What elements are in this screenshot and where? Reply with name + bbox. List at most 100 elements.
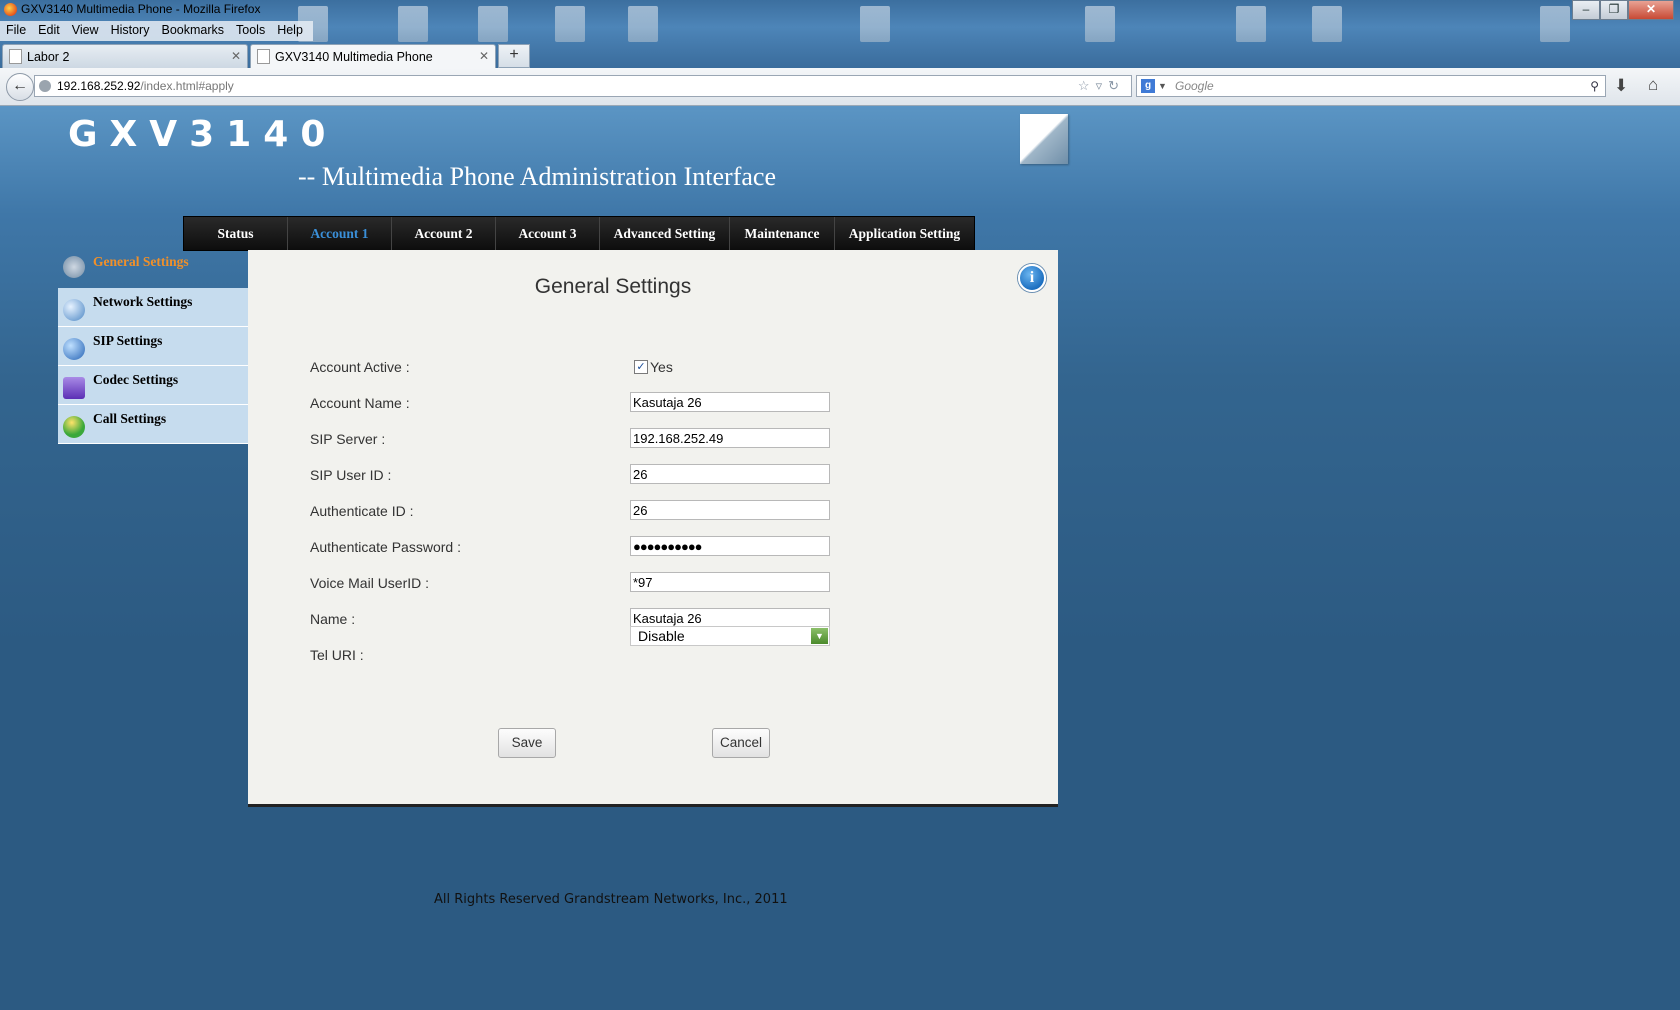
desktop-icon <box>398 6 428 42</box>
magnifier-icon[interactable]: ⚲ <box>1590 76 1599 96</box>
menu-history[interactable]: History <box>105 21 156 41</box>
close-tab-icon[interactable]: ✕ <box>231 49 241 63</box>
menu-tools[interactable]: Tools <box>230 21 271 41</box>
sidebar-item-sip-settings[interactable]: SIP Settings <box>58 327 248 366</box>
urlbar-actions: ☆▿↻ <box>1078 76 1125 96</box>
tab-label: GXV3140 Multimedia Phone <box>275 49 433 64</box>
page-curl-decoration <box>1020 114 1068 164</box>
gears-icon <box>63 256 85 278</box>
account-active-yes-label: Yes <box>650 359 673 375</box>
sidebar-item-label: Network Settings <box>93 294 193 309</box>
back-arrow-icon[interactable]: ← <box>6 73 34 101</box>
sidebar-item-network-settings[interactable]: Network Settings <box>58 288 248 327</box>
nav-advanced-setting[interactable]: Advanced Setting <box>600 217 730 250</box>
name-input[interactable] <box>630 608 830 628</box>
nav-account-3[interactable]: Account 3 <box>496 217 600 250</box>
dropdown-icon[interactable]: ▿ <box>1096 78 1109 93</box>
close-window-button[interactable]: ✕ <box>1628 0 1674 20</box>
restore-button[interactable]: ❐ <box>1600 0 1628 20</box>
page-body: GXV3140 -- Multimedia Phone Administrati… <box>0 106 1680 1010</box>
brand-logo: GXV3140 <box>68 114 338 155</box>
sip-user-id-input[interactable] <box>630 464 830 484</box>
close-tab-icon[interactable]: ✕ <box>479 49 489 63</box>
menu-help[interactable]: Help <box>271 21 309 41</box>
authenticate-password-input[interactable] <box>630 536 830 556</box>
url-path: /index.html#apply <box>140 79 234 93</box>
sip-user-id-label: SIP User ID : <box>310 467 392 483</box>
star-icon[interactable]: ☆ <box>1078 78 1096 93</box>
account-name-input[interactable] <box>630 392 830 412</box>
authenticate-id-label: Authenticate ID : <box>310 503 414 519</box>
sidebar-item-call-settings[interactable]: Call Settings <box>58 405 248 444</box>
site-identity-icon <box>39 80 51 92</box>
desktop-icon <box>1236 6 1266 42</box>
address-bar[interactable]: 192.168.252.92/index.html#apply ☆▿↻ <box>34 75 1132 97</box>
info-icon[interactable]: i <box>1018 264 1046 292</box>
sip-globe-icon <box>63 338 85 360</box>
desktop-icon <box>1540 6 1570 42</box>
tel-uri-select[interactable]: Disable ▼ <box>630 626 830 646</box>
menu-edit[interactable]: Edit <box>32 21 66 41</box>
tab-labor-2[interactable]: Labor 2 ✕ <box>2 44 248 68</box>
authenticate-password-label: Authenticate Password : <box>310 539 461 555</box>
nav-application-setting[interactable]: Application Setting <box>835 217 974 250</box>
save-button[interactable]: Save <box>498 728 556 758</box>
new-tab-button[interactable]: + <box>498 44 530 68</box>
tel-uri-label: Tel URI : <box>310 647 364 663</box>
menu-bookmarks[interactable]: Bookmarks <box>155 21 230 41</box>
chevron-down-icon[interactable]: ▼ <box>811 628 828 644</box>
copyright-footer: All Rights Reserved Grandstream Networks… <box>434 892 788 907</box>
window-controls: ‒ ❐ ✕ <box>1572 0 1674 20</box>
menu-file[interactable]: File <box>0 21 32 41</box>
settings-sidebar: General Settings Network Settings SIP Se… <box>58 250 248 444</box>
menu-bar: File Edit View History Bookmarks Tools H… <box>0 21 313 41</box>
search-placeholder: Google <box>1175 79 1214 93</box>
sidebar-item-label: General Settings <box>93 254 189 269</box>
window-title-text: GXV3140 Multimedia Phone - Mozilla Firef… <box>21 2 261 16</box>
url-host: 192.168.252.92 <box>57 79 141 93</box>
main-nav: Status Account 1 Account 2 Account 3 Adv… <box>183 216 975 251</box>
page-favicon-icon <box>9 49 22 64</box>
chevron-down-icon[interactable]: ▼ <box>1158 76 1167 96</box>
voice-mail-userid-label: Voice Mail UserID : <box>310 575 430 591</box>
settings-panel: General Settings i Account Active : ✓ Ye… <box>248 250 1058 807</box>
desktop-icon <box>1312 6 1342 42</box>
menu-view[interactable]: View <box>66 21 105 41</box>
account-active-field: ✓ Yes <box>634 359 673 375</box>
desktop-icon <box>478 6 508 42</box>
globe-icon <box>63 299 85 321</box>
window-title: GXV3140 Multimedia Phone - Mozilla Firef… <box>4 2 260 16</box>
authenticate-id-input[interactable] <box>630 500 830 520</box>
page-subtitle: -- Multimedia Phone Administration Inter… <box>298 162 776 191</box>
sidebar-item-label: SIP Settings <box>93 333 163 348</box>
voice-mail-userid-input[interactable] <box>630 572 830 592</box>
tab-label: Labor 2 <box>27 49 70 64</box>
sidebar-item-label: Call Settings <box>93 411 167 426</box>
desktop-icon <box>555 6 585 42</box>
nav-maintenance[interactable]: Maintenance <box>730 217 835 250</box>
nav-account-1[interactable]: Account 1 <box>288 217 392 250</box>
reload-icon[interactable]: ↻ <box>1108 78 1125 93</box>
download-icon[interactable]: ⬇ <box>1614 76 1628 96</box>
desktop-icon <box>628 6 658 42</box>
search-engine-icon[interactable]: g <box>1141 79 1155 93</box>
navigation-toolbar: ← 192.168.252.92/index.html#apply ☆▿↻ g … <box>0 68 1680 106</box>
desktop-icon <box>1085 6 1115 42</box>
search-bar[interactable]: g ▼ Google ⚲ <box>1136 75 1606 97</box>
media-play-icon <box>63 377 85 399</box>
tab-strip: Labor 2 ✕ GXV3140 Multimedia Phone ✕ <box>0 42 1680 68</box>
account-name-label: Account Name : <box>310 395 410 411</box>
sidebar-item-label: Codec Settings <box>93 372 179 387</box>
account-active-checkbox[interactable]: ✓ <box>634 360 648 374</box>
sidebar-item-general-settings[interactable]: General Settings <box>58 250 248 288</box>
sidebar-item-codec-settings[interactable]: Codec Settings <box>58 366 248 405</box>
page-favicon-icon <box>257 49 270 64</box>
cancel-button[interactable]: Cancel <box>712 728 770 758</box>
panel-title: General Settings <box>534 275 692 298</box>
home-icon[interactable]: ⌂ <box>1648 75 1658 95</box>
nav-status[interactable]: Status <box>184 217 288 250</box>
sip-server-input[interactable] <box>630 428 830 448</box>
nav-account-2[interactable]: Account 2 <box>392 217 496 250</box>
minimize-button[interactable]: ‒ <box>1572 0 1600 20</box>
tab-gxv3140[interactable]: GXV3140 Multimedia Phone ✕ <box>250 44 496 68</box>
